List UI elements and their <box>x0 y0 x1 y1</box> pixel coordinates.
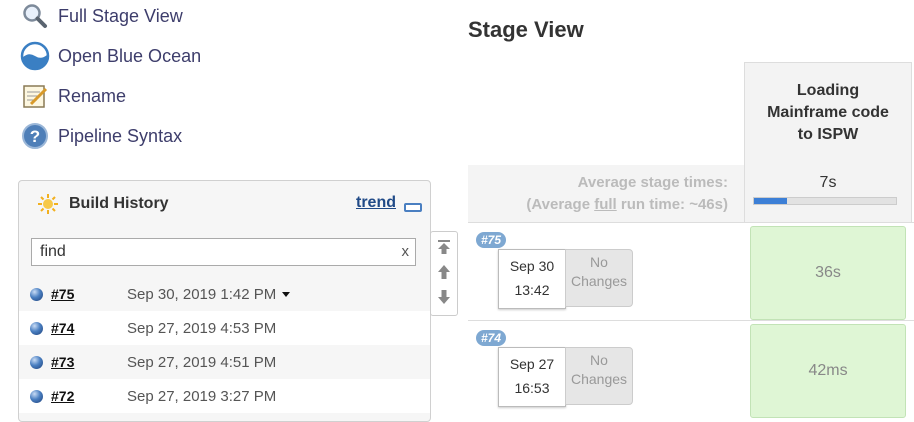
magnifier-icon <box>20 1 50 31</box>
build-date[interactable]: Sep 30, 2019 1:42 PM <box>127 286 291 303</box>
build-number-link[interactable]: #73 <box>51 354 74 370</box>
build-date-text[interactable]: Sep 27, 2019 3:27 PM <box>127 388 276 405</box>
page-title: Stage View <box>468 17 584 42</box>
sidebar-item-label: Rename <box>58 85 127 106</box>
build-number-link[interactable]: #75 <box>51 286 74 302</box>
stage-average-cell: 7s <box>744 162 912 222</box>
sidebar-item-full-stage-view[interactable]: Full Stage View <box>20 1 183 31</box>
svg-text:?: ? <box>30 127 40 146</box>
sidebar-item-label: Open Blue Ocean <box>58 45 202 66</box>
build-number-link[interactable]: #74 <box>51 320 74 336</box>
average-stage-times-text: Average stage times: <box>577 174 728 191</box>
scroll-down-icon[interactable] <box>437 290 451 304</box>
run-row: #75 Sep 30 13:42 No Changes 36s <box>468 222 914 321</box>
build-number-link[interactable]: #72 <box>51 388 74 404</box>
sidebar-item-open-blue-ocean[interactable]: Open Blue Ocean <box>20 41 201 71</box>
sidebar-item-pipeline-syntax[interactable]: ? Pipeline Syntax <box>20 121 182 151</box>
help-icon: ? <box>20 121 50 151</box>
run-date: Sep 30 <box>509 258 555 274</box>
average-run-time-text: (Average full run time: ~46s) <box>470 194 728 216</box>
run-changes: No Changes <box>565 347 633 405</box>
full-run-time-link[interactable]: full <box>594 196 617 213</box>
build-row: #74 Sep 27, 2019 4:53 PM <box>19 311 430 345</box>
notepad-icon <box>20 81 50 111</box>
average-run-time-prefix: (Average <box>526 196 595 213</box>
run-tag[interactable]: #75 <box>476 232 507 248</box>
scroll-up-icon[interactable] <box>437 265 451 279</box>
build-row: #73 Sep 27, 2019 4:51 PM <box>19 345 430 379</box>
build-history-title: Build History <box>69 195 169 212</box>
stage-result-cell[interactable]: 42ms <box>750 324 906 418</box>
sidebar-item-label: Full Stage View <box>58 5 183 26</box>
run-date-box: Sep 27 16:53 <box>498 347 566 407</box>
build-date-text[interactable]: Sep 30, 2019 1:42 PM <box>127 286 276 303</box>
run-row: #74 Sep 27 16:53 No Changes 42ms <box>468 320 914 419</box>
sidebar-item-rename[interactable]: Rename <box>20 81 126 111</box>
build-search-input[interactable] <box>40 240 380 264</box>
status-ball-icon <box>30 321 43 335</box>
stage-duration: 42ms <box>808 362 848 379</box>
clear-search-button[interactable]: x <box>402 243 410 260</box>
history-scroll-controls <box>430 231 458 316</box>
stage-header: Loading Mainframe code to ISPW <box>744 62 912 163</box>
build-search: x <box>31 238 416 266</box>
collapse-icon[interactable] <box>404 203 422 212</box>
stage-duration: 36s <box>815 264 841 281</box>
stage-average-time: 7s <box>819 174 837 191</box>
build-date-text[interactable]: Sep 27, 2019 4:53 PM <box>127 320 276 337</box>
build-history-panel: Build History trend x #75 Sep 30, 2019 1… <box>18 180 431 422</box>
stage-name: Loading Mainframe code to ISPW <box>767 82 889 143</box>
trend-link[interactable]: trend <box>356 194 396 212</box>
run-changes: No Changes <box>565 249 633 307</box>
run-date: Sep 27 <box>509 356 555 372</box>
run-changes-text: No Changes <box>570 352 628 387</box>
run-date-box: Sep 30 13:42 <box>498 249 566 309</box>
dropdown-caret-icon[interactable] <box>282 292 291 298</box>
stage-result-cell[interactable]: 36s <box>750 226 906 320</box>
average-stage-times-label: Average stage times: (Average full run t… <box>470 172 728 216</box>
sun-icon <box>37 193 59 215</box>
progress-fill <box>754 198 787 204</box>
status-ball-icon <box>30 287 43 301</box>
sidebar-item-label: Pipeline Syntax <box>58 125 183 146</box>
average-run-time-suffix: run time: ~46s) <box>616 196 728 213</box>
run-tag[interactable]: #74 <box>476 330 507 346</box>
run-time: 16:53 <box>514 380 550 396</box>
status-ball-icon <box>30 389 43 403</box>
build-date-text[interactable]: Sep 27, 2019 4:51 PM <box>127 354 276 371</box>
status-ball-icon <box>30 355 43 369</box>
blue-ocean-icon <box>20 41 50 71</box>
scroll-to-top-icon[interactable] <box>437 240 451 254</box>
build-history-header: Build History trend <box>19 181 430 227</box>
build-row: #75 Sep 30, 2019 1:42 PM <box>19 277 430 311</box>
run-time: 13:42 <box>514 282 550 298</box>
build-list: #75 Sep 30, 2019 1:42 PM #74 Sep 27, 201… <box>19 277 430 413</box>
stage-average-progress-bar <box>753 197 897 205</box>
run-changes-text: No Changes <box>570 254 628 289</box>
